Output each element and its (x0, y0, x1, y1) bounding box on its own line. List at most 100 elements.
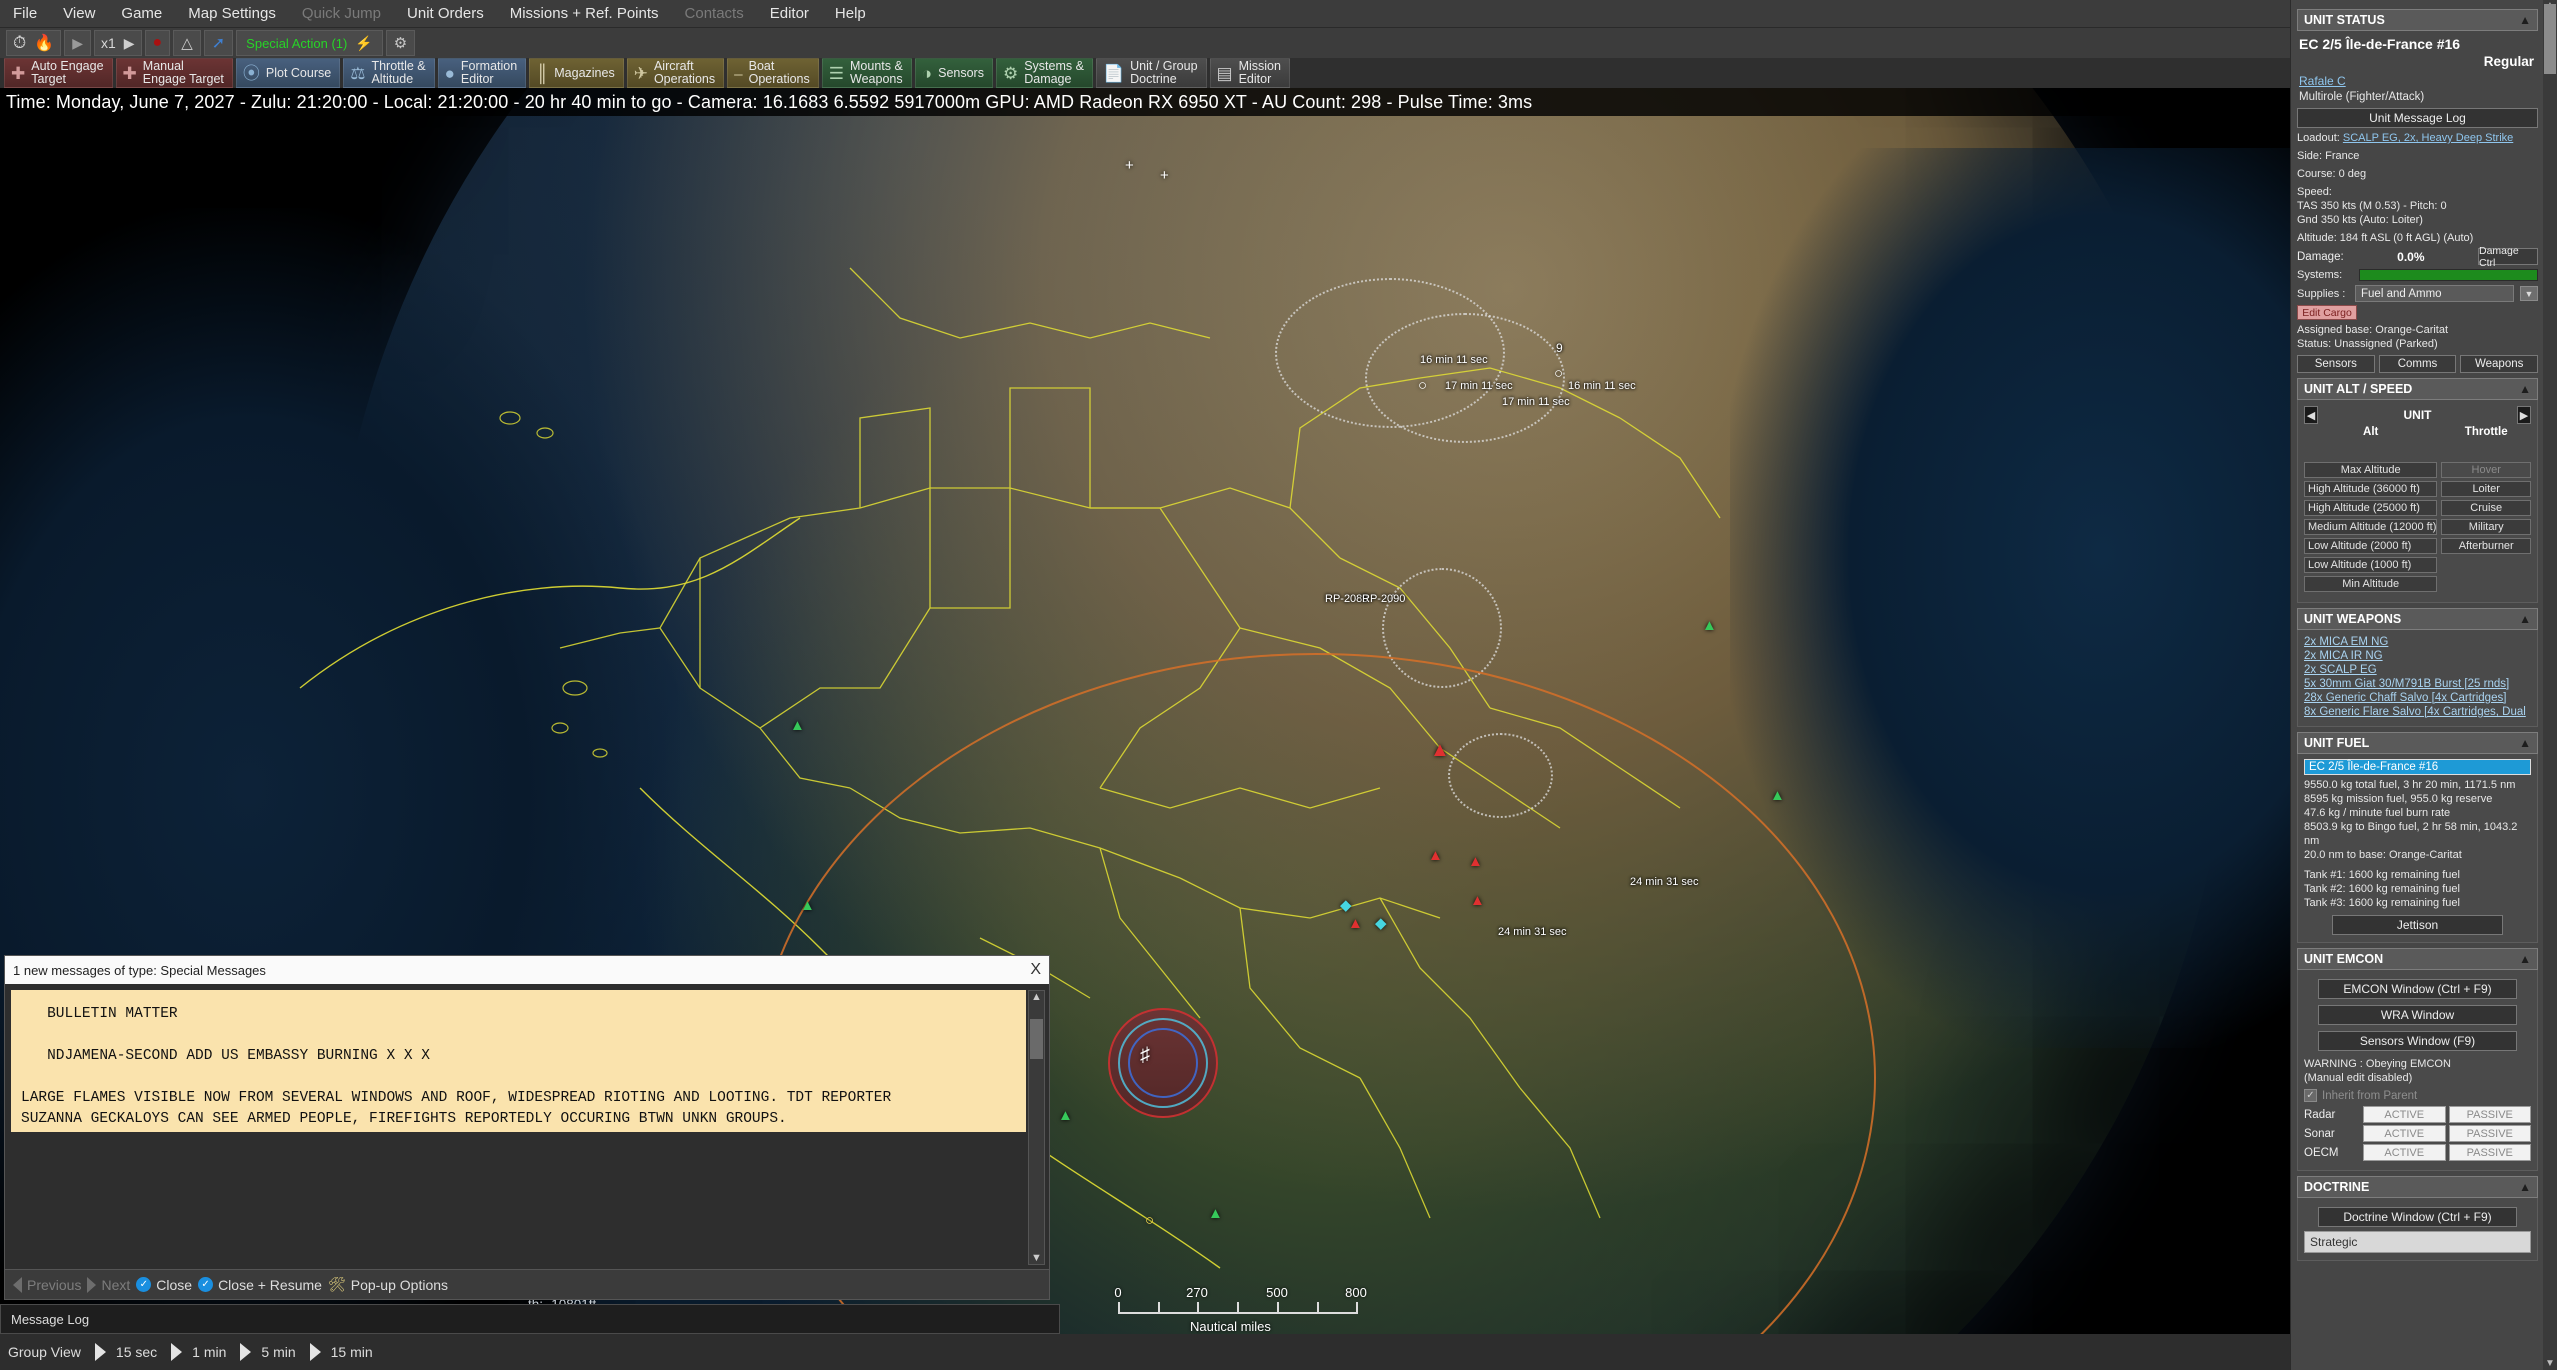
section-header-unit-weapons[interactable]: UNIT WEAPONS ▲ (2297, 608, 2538, 630)
comms-button[interactable]: Comms (2379, 355, 2457, 373)
section-header-unit-emcon[interactable]: UNIT EMCON ▲ (2297, 948, 2538, 970)
weapon-item[interactable]: 2x MICA EM NG (2304, 635, 2531, 649)
jump-to-unit-button[interactable]: ➚ (204, 30, 233, 56)
throttle-military-button[interactable]: Military (2441, 519, 2531, 535)
map-unit-marker[interactable]: + (1160, 168, 1169, 183)
settings-button[interactable]: ⚙ (386, 30, 415, 56)
map-unit-marker[interactable]: ▲ (1428, 848, 1443, 863)
auto-engage-target-button[interactable]: ✚ Auto Engage Target (4, 58, 113, 88)
manual-engage-target-button[interactable]: ✚ Manual Engage Target (116, 58, 233, 88)
weapons-button[interactable]: Weapons (2460, 355, 2538, 373)
unit-type-link[interactable]: Rafale C (2299, 74, 2346, 88)
throttle-cruise-button[interactable]: Cruise (2441, 500, 2531, 516)
map-unit-friendly[interactable]: ▲ (1208, 1206, 1223, 1221)
map-unit-marker[interactable]: ◆ (1340, 898, 1352, 913)
formation-editor-button[interactable]: ● Formation Editor (438, 58, 527, 88)
sidebar-scroll-thumb[interactable] (2544, 4, 2556, 74)
throttle-loiter-button[interactable]: Loiter (2441, 481, 2531, 497)
emcon-radar-active[interactable]: ACTIVE (2363, 1106, 2446, 1123)
scroll-up-icon[interactable]: ▲ (1030, 991, 1043, 1003)
menu-item-help[interactable]: Help (822, 0, 879, 28)
chevron-up-icon[interactable]: ▲ (2519, 736, 2531, 750)
boat-operations-button[interactable]: ⎯ Boat Operations (727, 58, 819, 88)
unit-group-doctrine-button[interactable]: 📄 Unit / Group Doctrine (1096, 58, 1207, 88)
chevron-up-icon[interactable]: ▲ (2519, 952, 2531, 966)
popup-options-button[interactable]: 🛠 Pop-up Options (328, 1276, 448, 1293)
nav-next-button[interactable]: ▶ (2517, 406, 2531, 424)
group-view-label[interactable]: Group View (8, 1344, 81, 1360)
alt-medium-12000-button[interactable]: Medium Altitude (12000 ft) (2304, 519, 2437, 535)
alt-high-25000-button[interactable]: High Altitude (25000 ft) (2304, 500, 2437, 516)
chevron-up-icon[interactable]: ▲ (2519, 13, 2531, 27)
plot-course-button[interactable]: ⦿ Plot Course (236, 58, 340, 88)
chevron-up-icon[interactable]: ▲ (2519, 1180, 2531, 1194)
mission-editor-button[interactable]: ▤ Mission Editor (1210, 58, 1290, 88)
damage-control-button[interactable]: Damage Ctrl (2478, 248, 2538, 265)
emcon-window-button[interactable]: EMCON Window (Ctrl + F9) (2318, 979, 2518, 999)
time-step-1min[interactable]: 1 min (192, 1344, 226, 1360)
nav-prev-button[interactable]: ◀ (2304, 406, 2318, 424)
map-unit-friendly[interactable]: ▲ (1058, 1108, 1073, 1123)
layers-button[interactable]: △ (173, 30, 201, 56)
emcon-radar-passive[interactable]: PASSIVE (2449, 1106, 2532, 1123)
scroll-thumb[interactable] (1030, 1019, 1043, 1059)
map-unit-friendly[interactable]: ▲ (800, 898, 815, 913)
record-button[interactable]: ● (145, 30, 171, 56)
weapon-item[interactable]: 2x SCALP EG (2304, 663, 2531, 677)
sensors-button[interactable]: ◑ Sensors (915, 58, 993, 88)
doctrine-window-button[interactable]: Doctrine Window (Ctrl + F9) (2318, 1207, 2518, 1227)
unit-message-log-button[interactable]: Unit Message Log (2297, 108, 2538, 128)
chevron-up-icon[interactable]: ▲ (2519, 382, 2531, 396)
sidebar-scrollbar[interactable]: ▲ ▼ (2543, 0, 2557, 1370)
alt-low-2000-button[interactable]: Low Altitude (2000 ft) (2304, 538, 2437, 554)
map-unit-friendly[interactable]: ▲ (1702, 618, 1717, 633)
section-header-unit-status[interactable]: UNIT STATUS ▲ (2297, 9, 2538, 31)
weapon-item[interactable]: 5x 30mm Giat 30/M791B Burst [25 rnds] (2304, 677, 2531, 691)
weapon-item[interactable]: 28x Generic Chaff Salvo [4x Cartridges] (2304, 691, 2531, 705)
alt-max-button[interactable]: Max Altitude (2304, 462, 2437, 478)
map-unit-marker[interactable]: ▲ (1468, 854, 1483, 869)
section-header-unit-fuel[interactable]: UNIT FUEL ▲ (2297, 732, 2538, 754)
section-header-unit-alt-speed[interactable]: UNIT ALT / SPEED ▲ (2297, 378, 2538, 400)
map-unit-friendly[interactable]: ▲ (1770, 788, 1785, 803)
sensors-window-button[interactable]: Sensors Window (F9) (2318, 1031, 2518, 1051)
edit-cargo-button[interactable]: Edit Cargo (2297, 305, 2357, 320)
chevron-down-icon[interactable]: ▼ (2520, 286, 2538, 301)
loadout-link[interactable]: SCALP EG, 2x, Heavy Deep Strike (2343, 132, 2513, 144)
map-unit-marker[interactable]: + (1125, 158, 1134, 173)
emcon-oecm-passive[interactable]: PASSIVE (2449, 1144, 2532, 1161)
map-unit-sam-site[interactable]: ▲ (1430, 743, 1450, 758)
time-step-15sec[interactable]: 15 sec (116, 1344, 157, 1360)
map-unit-marker[interactable]: ○ (1554, 366, 1563, 381)
menu-item-map-settings[interactable]: Map Settings (175, 0, 289, 28)
sensors-button[interactable]: Sensors (2297, 355, 2375, 373)
message-scrollbar[interactable]: ▲ ▼ (1028, 990, 1045, 1265)
time-step-5min[interactable]: 5 min (261, 1344, 295, 1360)
menu-item-editor[interactable]: Editor (757, 0, 822, 28)
menu-item-view[interactable]: View (50, 0, 108, 28)
map-unit-marker[interactable]: ◆ (1375, 916, 1387, 931)
menu-item-unit-orders[interactable]: Unit Orders (394, 0, 497, 28)
time-speed-button[interactable]: x1 ▶ (94, 30, 142, 56)
systems-damage-button[interactable]: ⚙ Systems & Damage (996, 58, 1093, 88)
menu-item-missions-ref-points[interactable]: Missions + Ref. Points (497, 0, 672, 28)
weapon-item[interactable]: 8x Generic Flare Salvo [4x Cartridges, D… (2304, 705, 2531, 719)
close-button[interactable]: ✓ Close (136, 1277, 192, 1293)
weapon-item[interactable]: 2x MICA IR NG (2304, 649, 2531, 663)
alt-high-36000-button[interactable]: High Altitude (36000 ft) (2304, 481, 2437, 497)
time-step-15min[interactable]: 15 min (331, 1344, 373, 1360)
emcon-oecm-active[interactable]: ACTIVE (2363, 1144, 2446, 1161)
doctrine-list-item-strategic[interactable]: Strategic (2304, 1231, 2531, 1253)
close-resume-button[interactable]: ✓ Close + Resume (198, 1277, 322, 1293)
map-unit-marker[interactable]: ▲ (1348, 916, 1363, 931)
scroll-down-icon[interactable]: ▼ (2544, 1358, 2556, 1370)
fuel-unit-selector[interactable]: EC 2/5 Île-de-France #16 (2304, 759, 2531, 775)
map-unit-marker[interactable]: ▲ (1470, 893, 1485, 908)
magazines-button[interactable]: ║ Magazines (529, 58, 624, 88)
message-log-bar[interactable]: Message Log (0, 1304, 1060, 1334)
chevron-up-icon[interactable]: ▲ (2519, 612, 2531, 626)
map-unit-selected[interactable]: ♯ (1140, 1048, 1150, 1063)
scroll-down-icon[interactable]: ▼ (1031, 1252, 1042, 1264)
wra-window-button[interactable]: WRA Window (2318, 1005, 2518, 1025)
play-button[interactable]: ▶ (64, 30, 91, 56)
